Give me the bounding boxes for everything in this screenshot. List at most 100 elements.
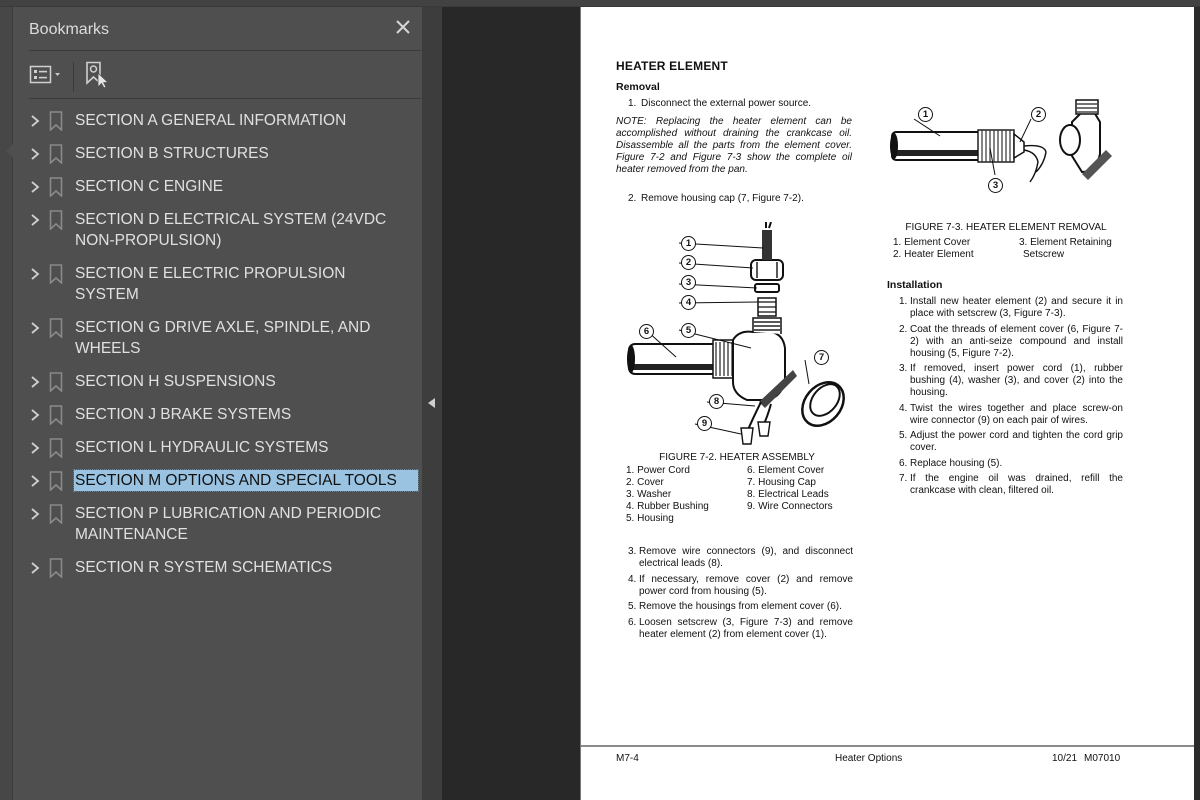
legend-entry: 3. Element Retaining xyxy=(1019,237,1112,248)
procedure-step: 7. If the engine oil was drained, refill … xyxy=(899,473,1123,497)
step-number: 3. xyxy=(628,546,637,557)
bookmark-item[interactable]: SECTION R SYSTEM SCHEMATICS xyxy=(13,551,422,584)
figure-7-2-caption: FIGURE 7-2. HEATER ASSEMBLY xyxy=(659,452,815,463)
chevron-right-icon[interactable] xyxy=(27,373,43,391)
step-text: If the engine oil was drained, refill th… xyxy=(910,473,1123,496)
figure-callout: 5 xyxy=(681,323,696,338)
bookmark-item[interactable]: SECTION L HYDRAULIC SYSTEMS xyxy=(13,431,422,464)
figure-7-2-legend: 1. Power Cord 2. Cover 3. Washer 4. Rubber … xyxy=(626,465,856,529)
chevron-down-icon xyxy=(55,73,60,76)
legend-entry: 7. Housing Cap xyxy=(747,477,816,488)
legend-left-column: 1. Element Cover 2. Heater Element xyxy=(893,237,974,261)
figure-callout: 4 xyxy=(681,295,696,310)
bookmark-icon xyxy=(49,210,63,230)
procedure-step: 5. Adjust the power cord and tighten the … xyxy=(899,430,1123,454)
step-number: 4. xyxy=(628,573,637,585)
step-text: Coat the threads of element cover (6, Fi… xyxy=(910,323,1123,359)
chevron-right-icon[interactable] xyxy=(27,211,43,229)
chevron-right-icon[interactable] xyxy=(27,472,43,490)
bookmark-icon xyxy=(49,144,63,164)
removal-step-2: 2. Remove housing cap (7, Figure 7-2). xyxy=(628,193,804,204)
chevron-right-icon[interactable] xyxy=(27,505,43,523)
bookmark-label: SECTION M OPTIONS AND SPECIAL TOOLS xyxy=(73,469,419,492)
figure-7-2-illustration xyxy=(627,222,845,445)
footer-date: 10/21 xyxy=(1052,753,1078,764)
legend-entry: 2. Heater Element xyxy=(893,249,974,260)
step-number: 3. xyxy=(899,363,908,374)
bookmarks-toolbar xyxy=(29,52,421,99)
legend-entry: 8. Electrical Leads xyxy=(747,489,829,500)
figure-7-3-legend: 1. Element Cover 2. Heater Element 3. Ele… xyxy=(893,237,1123,263)
step-text: Remove wire connectors (9), and disconne… xyxy=(639,546,853,569)
step-text: Remove the housings from element cover (… xyxy=(639,601,842,612)
figure-callout: 3 xyxy=(681,275,696,290)
close-panel-button[interactable] xyxy=(393,17,413,37)
step-text: Replace housing (5). xyxy=(910,457,1003,469)
bookmark-list: SECTION A GENERAL INFORMATION SECTION B S… xyxy=(13,104,422,584)
list-options-icon xyxy=(29,65,60,84)
legend-right-column: 6. Element Cover 7. Housing Cap 8. Electri… xyxy=(747,465,833,513)
step-number: 5. xyxy=(899,430,908,441)
chevron-right-icon[interactable] xyxy=(27,178,43,196)
step-text: If necessary, remove cover (2) and remov… xyxy=(639,573,853,597)
chevron-right-icon[interactable] xyxy=(27,439,43,457)
bookmark-icon xyxy=(49,111,63,131)
panel-splitter[interactable] xyxy=(422,7,442,800)
top-bar xyxy=(0,0,1200,7)
footer-page-number: M7-4 xyxy=(616,753,639,764)
bookmark-item[interactable]: SECTION B STRUCTURES xyxy=(13,137,422,170)
pdf-page: HEATER ELEMENT Removal 1. Disconnect the … xyxy=(580,7,1195,800)
bookmark-icon xyxy=(49,558,63,578)
legend-entry: Setscrew xyxy=(1023,249,1065,260)
collapse-panel-button[interactable] xyxy=(428,398,435,408)
bookmark-item[interactable]: SECTION C ENGINE xyxy=(13,170,422,203)
bookmark-label: SECTION B STRUCTURES xyxy=(75,145,269,162)
chevron-right-icon[interactable] xyxy=(27,406,43,424)
removal-steps-continued: 3. Remove wire connectors (9), and discon… xyxy=(628,546,853,644)
bookmark-label: SECTION H SUSPENSIONS xyxy=(75,373,276,390)
bookmark-icon xyxy=(49,264,63,284)
vertical-scrollbar[interactable] xyxy=(1194,7,1200,800)
chevron-right-icon[interactable] xyxy=(27,559,43,577)
step-number: 6. xyxy=(628,616,637,628)
procedure-step: 2. Coat the threads of element cover (6, … xyxy=(899,324,1123,360)
bookmark-item[interactable]: SECTION H SUSPENSIONS xyxy=(13,365,422,398)
step-number: 6. xyxy=(899,457,908,469)
bookmark-item[interactable]: SECTION A GENERAL INFORMATION xyxy=(13,104,422,137)
bookmark-item[interactable]: SECTION P LUBRICATION AND PERIODIC MAINT… xyxy=(13,497,422,551)
bookmark-item[interactable]: SECTION J BRAKE SYSTEMS xyxy=(13,398,422,431)
bookmark-item[interactable]: SECTION D ELECTRICAL SYSTEM (24VDC NON-P… xyxy=(13,203,422,257)
close-icon xyxy=(396,20,410,34)
bookmark-item[interactable]: SECTION G DRIVE AXLE, SPINDLE, AND WHEEL… xyxy=(13,311,422,365)
figure-callout: 9 xyxy=(697,416,712,431)
figure-callout: 1 xyxy=(681,236,696,251)
bookmark-item[interactable]: SECTION E ELECTRIC PROPULSION SYSTEM xyxy=(13,257,422,311)
figure-callout: 7 xyxy=(814,350,829,365)
procedure-step: 5. Remove the housings from element cover… xyxy=(628,601,853,613)
chevron-right-icon[interactable] xyxy=(27,112,43,130)
removal-heading: Removal xyxy=(616,81,660,93)
chevron-right-icon[interactable] xyxy=(27,145,43,163)
bookmark-item[interactable]: SECTION M OPTIONS AND SPECIAL TOOLS xyxy=(13,464,422,497)
installation-heading: Installation xyxy=(887,279,943,291)
removal-note: NOTE: Replacing the heater element can b… xyxy=(616,116,852,175)
chevron-right-icon[interactable] xyxy=(27,319,43,337)
figure-callout: 6 xyxy=(639,324,654,339)
bookmark-options-button[interactable] xyxy=(29,64,69,86)
bookmark-icon xyxy=(49,438,63,458)
bookmark-label: SECTION C ENGINE xyxy=(75,178,224,195)
step-text: If removed, insert power cord (1), rubbe… xyxy=(910,363,1123,398)
legend-left-column: 1. Power Cord 2. Cover 3. Washer 4. Rubber … xyxy=(626,465,709,525)
bookmark-label: SECTION D ELECTRICAL SYSTEM (24VDC NON-P… xyxy=(75,211,387,249)
step-number: 2. xyxy=(899,323,908,335)
section-heading: HEATER ELEMENT xyxy=(616,59,728,73)
left-nav-rail xyxy=(0,7,13,800)
new-bookmark-button[interactable] xyxy=(85,61,111,89)
bookmark-icon xyxy=(49,177,63,197)
chevron-right-icon[interactable] xyxy=(27,265,43,283)
procedure-step: 6. Loosen setscrew (3, Figure 7-3) and re… xyxy=(628,617,853,641)
bookmark-label: SECTION A GENERAL INFORMATION xyxy=(75,112,347,129)
step-number: 7. xyxy=(899,473,908,484)
bookmark-icon xyxy=(49,471,63,491)
procedure-step: 4. Twist the wires together and place scr… xyxy=(899,403,1123,427)
